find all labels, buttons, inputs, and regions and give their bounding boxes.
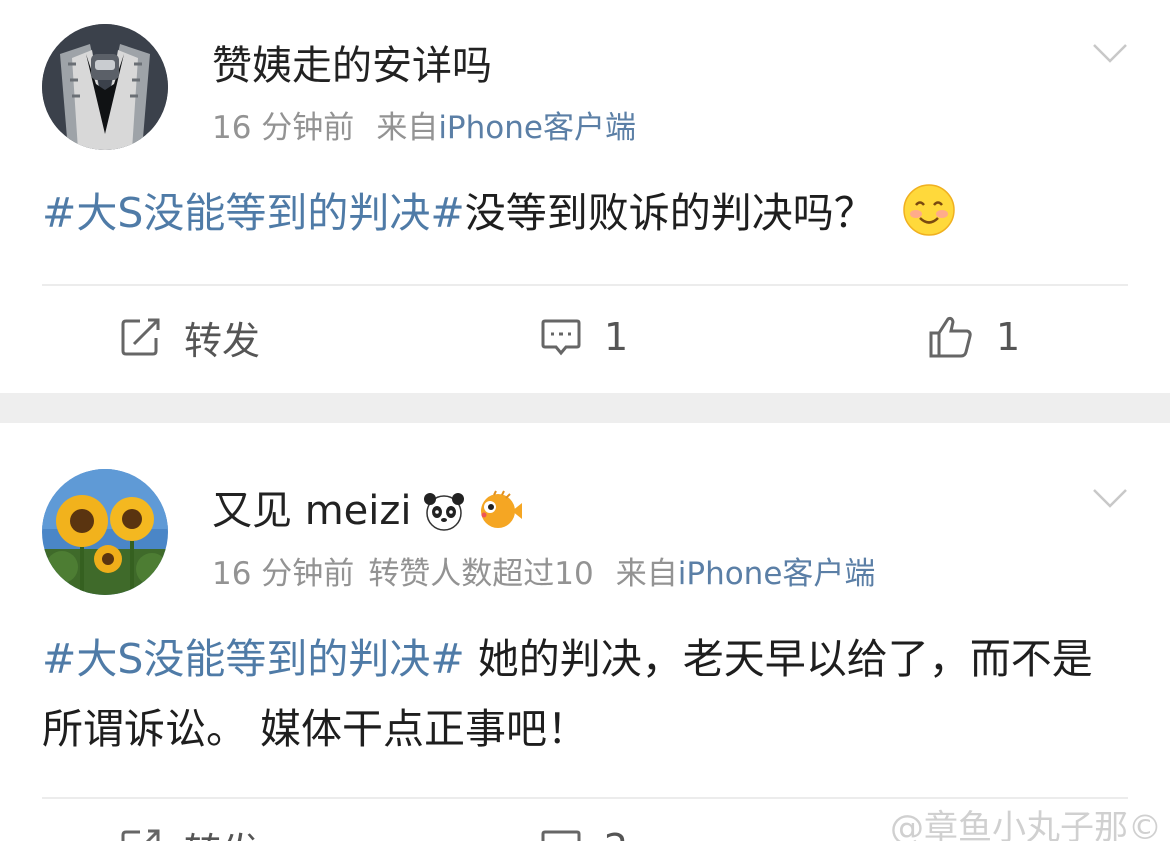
- comment-count: 2: [604, 826, 628, 841]
- post-time: 16 分钟前: [212, 556, 355, 592]
- username[interactable]: 又见 meizi: [212, 487, 524, 535]
- repost-icon: [121, 318, 160, 356]
- smiling-face-emoji-icon: [903, 184, 955, 236]
- repost-button[interactable]: 转发: [120, 312, 261, 363]
- repost-like-threshold: 转赞人数超过10: [368, 556, 594, 592]
- username-text: 又见 meizi: [212, 488, 412, 534]
- post-meta: 16 分钟前 转赞人数超过10 来自iPhone客户端: [212, 554, 875, 594]
- panda-emoji-icon: [423, 493, 464, 531]
- post-card: 又见 meizi 16 分钟前 转赞人数超过10 来自iPhone客户端 #大S…: [0, 423, 1170, 841]
- post-time: 16 分钟前: [212, 110, 355, 146]
- hashtag-link[interactable]: #大S没能等到的判决#: [42, 189, 465, 237]
- comment-button[interactable]: 1: [540, 312, 628, 362]
- avatar[interactable]: [42, 469, 168, 595]
- weibo-feed: 赞姨走的安详吗 16 分钟前 来自iPhone客户端 #大S没能等到的判决#没等到…: [0, 0, 1170, 841]
- post-content: #大S没能等到的判决# 她的判决，老天早以给了，而不是所谓诉讼。 媒体干点正事吧…: [42, 624, 1128, 764]
- avatar[interactable]: [42, 24, 168, 150]
- hashtag-link[interactable]: #大S没能等到的判决#: [42, 635, 465, 683]
- comment-button[interactable]: 2: [540, 823, 628, 841]
- post-text: 没等到败诉的判决吗？: [464, 189, 875, 237]
- divider: [42, 284, 1128, 286]
- chevron-down-icon[interactable]: [1092, 487, 1128, 509]
- post-content: #大S没能等到的判决#没等到败诉的判决吗？: [42, 178, 1128, 248]
- comment-icon: [541, 830, 581, 841]
- pufferfish-emoji-icon: [480, 490, 522, 528]
- post-card: 赞姨走的安详吗 16 分钟前 来自iPhone客户端 #大S没能等到的判决#没等到…: [0, 0, 1170, 393]
- comment-icon: [541, 319, 581, 356]
- post-source[interactable]: iPhone客户端: [438, 110, 636, 146]
- divider: [42, 797, 1128, 799]
- post-separator: [0, 393, 1170, 423]
- repost-label: 转发: [184, 318, 261, 363]
- like-button[interactable]: 1: [928, 312, 1020, 362]
- like-count: 1: [996, 315, 1021, 359]
- post-source[interactable]: iPhone客户端: [678, 556, 876, 592]
- repost-button[interactable]: 转发: [120, 823, 260, 841]
- comment-count: 1: [604, 315, 629, 359]
- post-meta: 16 分钟前 来自iPhone客户端: [212, 108, 636, 148]
- repost-icon: [121, 829, 160, 841]
- watermark: @章鱼小丸子那©: [890, 808, 1162, 841]
- chevron-down-icon[interactable]: [1092, 42, 1128, 64]
- username[interactable]: 赞姨走的安详吗: [212, 42, 492, 90]
- source-prefix: 来自: [376, 110, 439, 146]
- thumbs-up-icon: [929, 316, 972, 358]
- source-prefix: 来自: [615, 556, 678, 592]
- repost-label: 转发: [184, 821, 260, 841]
